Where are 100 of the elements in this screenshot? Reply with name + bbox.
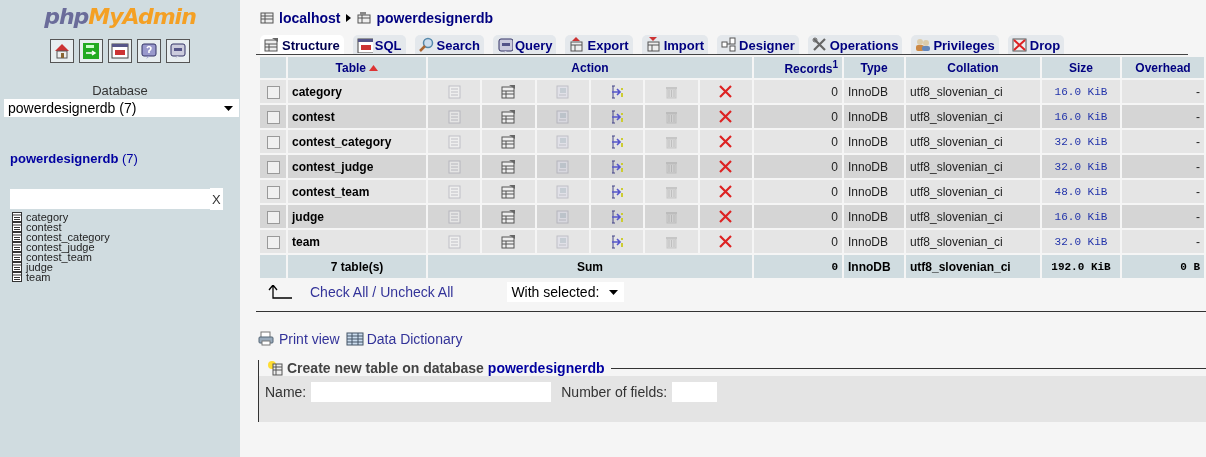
insert-row-icon[interactable] [609,83,625,100]
table-name-cell[interactable]: contest_judge [288,155,426,178]
database-link[interactable]: powerdesignerdb [357,10,494,26]
delete-icon[interactable] [718,233,734,250]
database-icon [357,12,372,24]
table-name-cell[interactable]: contest_category [288,130,426,153]
link[interactable]: Data Dictionary [345,331,463,347]
table-name-cell[interactable]: category [288,80,426,103]
house-button[interactable] [50,39,74,63]
tab[interactable]: SQL [352,35,406,54]
tab[interactable]: Search [414,35,484,54]
sidebar-item[interactable]: judge [12,262,240,272]
tab[interactable]: Import [641,35,709,54]
sidebar-item[interactable]: team [12,272,240,282]
delete-icon[interactable] [718,158,734,175]
table-name-cell[interactable]: judge [288,205,426,228]
delete-icon[interactable] [718,133,734,150]
table-cell: 0 [754,80,842,103]
table-edit-icon[interactable] [500,83,516,100]
table-edit-icon[interactable] [500,183,516,200]
table-cell: InnoDB [844,205,904,228]
name-field[interactable] [311,382,552,402]
check-all-link[interactable]: Check All [310,284,369,300]
table-grid-icon [345,331,364,347]
filter-field[interactable] [10,189,210,209]
check-arrow-icon [268,285,292,299]
insert-row-icon[interactable] [609,233,625,250]
logo: phpMyAdmin [43,4,197,29]
insert-row-icon[interactable] [609,158,625,175]
database-name: powerdesignerdb [487,360,605,376]
tab[interactable]: Operations [807,35,903,54]
exit-icon [82,42,100,60]
checkbox[interactable] [266,185,280,199]
link[interactable]: Print view [258,331,340,347]
checkbox[interactable] [266,110,280,124]
database-label: Database [91,83,149,98]
table-cell: - [1122,130,1204,153]
insert-row-icon[interactable] [609,108,625,125]
checkbox[interactable] [266,235,280,249]
table-cell: utf8_slovenian_ci [906,130,1040,153]
legend-text: Create new table on database [287,360,484,376]
table-cell: utf8_slovenian_ci [906,180,1040,203]
delete-icon[interactable] [718,108,734,125]
question-button[interactable] [137,39,161,63]
table-cell: utf8_slovenian_ci [906,155,1040,178]
tab[interactable]: Designer [717,35,799,54]
uncheck-all-link[interactable]: Uncheck All [380,284,454,300]
checkbox[interactable] [266,135,280,149]
sql-window-button[interactable] [108,39,132,63]
tab[interactable]: Drop [1007,35,1065,54]
database-link[interactable]: powerdesignerdb [10,151,119,166]
table-cell: 192.0 KiB [1042,255,1120,278]
checkbox[interactable] [266,160,280,174]
server-link[interactable]: localhost [260,10,341,26]
table-cell: InnoDB [844,255,904,278]
table-name-cell[interactable]: contest_team [288,180,426,203]
column-header[interactable]: Table [288,57,426,78]
tab[interactable]: Privileges [911,35,999,54]
tab[interactable]: Query [492,35,557,54]
table-cell: 0 [754,130,842,153]
delete-icon[interactable] [718,183,734,200]
table-cell: InnoDB [844,80,904,103]
table-edit-icon[interactable] [500,133,516,150]
table-edit-icon[interactable] [500,108,516,125]
sidebar-item[interactable]: contest_team [12,252,240,262]
checkbox[interactable] [266,85,280,99]
sidebar-item[interactable]: contest [12,222,240,232]
sidebar-item[interactable]: contest_judge [12,242,240,252]
exit-button[interactable] [79,39,103,63]
insert-row-icon[interactable] [609,208,625,225]
table-icon [12,242,22,252]
insert-row-icon[interactable] [609,183,625,200]
database-select[interactable]: powerdesignerdb (7) [4,99,239,117]
sidebar-item[interactable]: contest_category [12,232,240,242]
table-edit-icon[interactable] [500,208,516,225]
clear-button[interactable]: X [210,188,223,210]
table-cell: 32.0 KiB [1042,230,1120,253]
table-cell: 16.0 KiB [1042,205,1120,228]
table-name-cell[interactable]: contest [288,105,426,128]
delete-icon[interactable] [718,83,734,100]
field-label: Number of fields: [561,384,668,400]
table-arrow-icon [645,37,662,53]
delete-icon[interactable] [718,208,734,225]
checkbox[interactable] [266,210,280,224]
table-edit-icon[interactable] [500,158,516,175]
question-icon [140,42,158,60]
table-edit-icon[interactable] [500,233,516,250]
tab[interactable]: Structure [260,35,344,54]
field-label: Name: [265,384,307,400]
number-of-fields-field[interactable] [672,382,718,402]
table-name-cell[interactable]: team [288,230,426,253]
with-selected-dropdown[interactable]: With selected: [507,282,625,302]
tab[interactable]: Export [565,35,633,54]
table-cell: - [1122,230,1204,253]
magnifier-icon [418,37,435,53]
insert-row-icon[interactable] [609,133,625,150]
table-count: (7) [120,151,138,166]
table-cell: InnoDB [844,105,904,128]
table-cell: InnoDB [844,155,904,178]
speech-bubble-button[interactable] [166,39,190,63]
